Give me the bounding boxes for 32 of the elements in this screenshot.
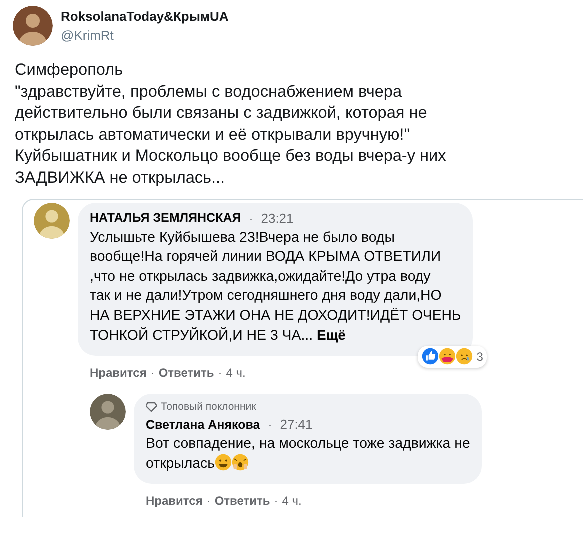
diamond-icon	[146, 402, 157, 412]
emoji-icon	[215, 454, 232, 472]
thumbs-up-icon	[422, 348, 439, 365]
like-link[interactable]: Нравится	[146, 492, 203, 510]
reply-link[interactable]: Ответить	[158, 364, 214, 382]
see-more-link[interactable]: Ещё	[317, 327, 346, 343]
separator-dot: ·	[218, 364, 222, 382]
comment-text: Услышьте Куйбышева 23!Вчера не было воды вообще!На горячей линии ВОДА КРЫМА ОТВЕТИЛИ ,что не открылась задвижка,ожидайте!До утра воду так и не дали!Утром сегодняшнего дня воду дали,НО НА ВЕРХНИЕ ЭТАЖИ ОНА НЕ ДОХОДИТ!ИДЁТ ОЧЕНЬ ТОНКОЙ СТРУЙКОЙ,И НЕ 3 ЧА... Ещё	[90, 228, 462, 346]
comment-age[interactable]: 4 ч.	[282, 492, 302, 510]
author-name[interactable]: RoksolanaToday&КрымUA	[61, 6, 229, 26]
comment-time[interactable]: 27:41	[280, 415, 313, 435]
fan-badge-label: Топовый поклонник	[161, 400, 256, 414]
sad-emoji-icon	[456, 348, 473, 365]
tweet-text: Симферополь "здравствуйте, проблемы с водоснабжением вчера действительно были связаны с задвижкой, которая не открылась автоматически и её открывали вручную!" Куйбышатник и Москольцо вообще без воды вчера-у них ЗАДВИЖКА не открылась...	[14, 60, 448, 188]
emoji-icon	[232, 454, 250, 472]
separator-dot: ·	[249, 210, 254, 228]
like-link[interactable]: Нравится	[90, 364, 147, 382]
commenter-name[interactable]: НАТАЛЬЯ ЗЕМЛЯНСКАЯ	[90, 209, 242, 228]
separator-dot: ·	[206, 492, 211, 510]
hug-emoji-icon	[438, 348, 456, 365]
separator-dot: ·	[268, 417, 272, 434]
separator-dot: ·	[274, 492, 278, 510]
avatar[interactable]	[13, 6, 53, 46]
comment-age[interactable]: 4 ч.	[226, 364, 246, 382]
reply-link[interactable]: Ответить	[214, 492, 270, 510]
separator-dot: ·	[150, 364, 155, 382]
comment-time[interactable]: 23:21	[261, 209, 294, 228]
avatar[interactable]	[90, 394, 126, 430]
commenter-name[interactable]: Светлана Анякова	[146, 416, 260, 434]
author-handle[interactable]: @KrimRt	[61, 26, 229, 46]
comment-text: Вот совпадение, на москольце тоже задвижка не открылась	[146, 434, 470, 474]
reaction-count[interactable]: 3	[476, 348, 484, 366]
